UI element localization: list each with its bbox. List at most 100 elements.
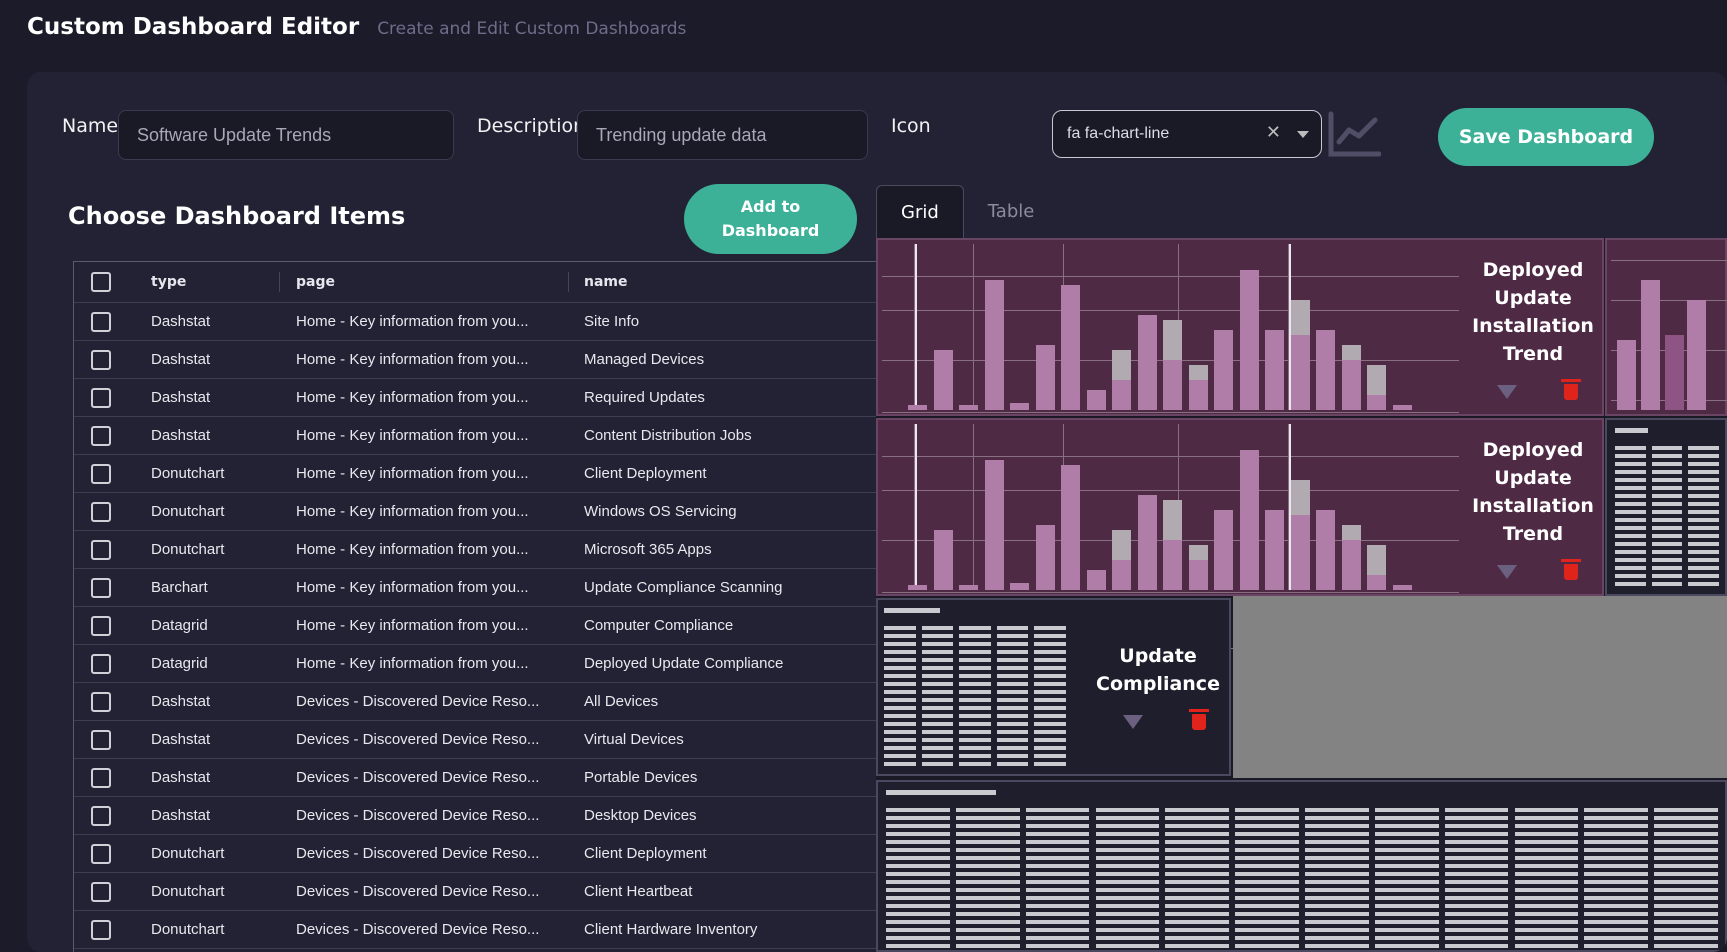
row-checkbox[interactable] <box>91 691 111 712</box>
row-checkbox[interactable] <box>91 805 111 826</box>
table-cell-line <box>1688 566 1719 570</box>
table-cell-line <box>886 848 950 852</box>
widget-wide-table[interactable] <box>876 780 1727 952</box>
table-row[interactable]: Dashstat Home - Key information from you.… <box>74 341 884 379</box>
table-cell-line <box>996 698 1029 702</box>
row-checkbox[interactable] <box>91 577 111 598</box>
table-row[interactable]: Donutchart Home - Key information from yo… <box>74 531 884 569</box>
select-all-checkbox[interactable] <box>91 272 111 292</box>
row-checkbox[interactable] <box>91 729 111 750</box>
table-cell-line <box>884 762 916 766</box>
column-header-name[interactable]: name <box>584 274 628 290</box>
filter-icon[interactable] <box>1497 385 1517 399</box>
table-row[interactable]: Donutchart Devices - Discovered Device Re… <box>74 873 884 911</box>
table-cell-line <box>1305 808 1369 812</box>
table-row[interactable]: Dashstat Home - Key information from you.… <box>74 417 884 455</box>
cell-type: Donutchart <box>151 921 225 938</box>
trash-icon[interactable] <box>1561 379 1581 400</box>
name-field[interactable]: Software Update Trends <box>118 110 454 160</box>
row-checkbox[interactable] <box>91 311 111 332</box>
cell-type: Donutchart <box>151 845 225 862</box>
table-row[interactable]: Dashstat Home - Key information from you.… <box>74 379 884 417</box>
chart-gridline <box>882 456 1459 457</box>
table-cell-line <box>959 626 991 630</box>
row-checkbox[interactable] <box>91 919 111 940</box>
row-checkbox[interactable] <box>91 767 111 788</box>
table-cell-line <box>1444 912 1509 916</box>
table-row[interactable]: Donutchart Home - Key information from yo… <box>74 493 884 531</box>
widget-table-partial[interactable] <box>1605 418 1727 596</box>
empty-grid-slot[interactable] <box>1233 596 1727 778</box>
table-cell-line <box>1654 928 1718 932</box>
chart-bar <box>984 280 1004 410</box>
table-cell-line <box>1305 896 1369 900</box>
add-to-dashboard-button[interactable]: Add to Dashboard <box>684 184 857 254</box>
table-cell-line <box>886 920 950 924</box>
table-row[interactable]: Donutchart Devices - Discovered Device Re… <box>74 835 884 873</box>
table-cell-line <box>1615 574 1646 578</box>
table-cell-line <box>1025 936 1090 940</box>
table-cell-line <box>959 746 991 750</box>
table-cell-line <box>1095 888 1160 892</box>
chart-bar <box>1316 330 1335 410</box>
table-cell-line <box>1444 944 1509 948</box>
table-cell-line <box>1444 904 1509 908</box>
widget-installation-trend-1[interactable]: Deployed Update Installation Trend <box>876 238 1604 469</box>
row-checkbox[interactable] <box>91 463 111 484</box>
row-checkbox[interactable] <box>91 843 111 864</box>
table-cell-line <box>1235 864 1299 868</box>
table-cell-line <box>1444 920 1509 924</box>
widget-chart-partial[interactable] <box>1605 238 1727 416</box>
table-cell-line <box>1688 574 1719 578</box>
filter-icon[interactable] <box>1123 715 1143 729</box>
table-cell-line <box>1654 816 1718 820</box>
row-checkbox[interactable] <box>91 425 111 446</box>
table-cell-line <box>884 738 916 742</box>
chevron-down-icon[interactable] <box>1297 131 1309 138</box>
icon-select-value: fa fa-chart-line <box>1067 125 1170 142</box>
table-cell-line <box>996 706 1029 710</box>
table-cell-line <box>1305 824 1369 828</box>
save-dashboard-button[interactable]: Save Dashboard <box>1438 108 1654 166</box>
table-cell-line <box>1444 896 1509 900</box>
row-checkbox[interactable] <box>91 615 111 636</box>
chart-gridline <box>973 244 974 410</box>
widget-update-compliance[interactable]: Update Compliance <box>876 598 1231 776</box>
table-cell-line <box>1305 872 1369 876</box>
table-cell-line <box>1654 880 1718 884</box>
filter-icon[interactable] <box>1497 565 1517 579</box>
tab-table[interactable]: Table <box>964 185 1059 238</box>
table-cell-line <box>1374 848 1439 852</box>
trash-icon[interactable] <box>1561 559 1581 580</box>
table-row[interactable]: Donutchart Home - Key information from yo… <box>74 455 884 493</box>
icon-select[interactable]: fa fa-chart-line ✕ <box>1052 110 1322 158</box>
table-row[interactable]: Dashstat Devices - Discovered Device Reso… <box>74 797 884 835</box>
table-cell-line <box>1034 626 1066 630</box>
row-checkbox[interactable] <box>91 349 111 370</box>
description-field[interactable]: Trending update data <box>577 110 868 160</box>
row-checkbox[interactable] <box>91 881 111 902</box>
cell-name: Deployed Update Compliance <box>584 655 784 672</box>
table-row[interactable]: Datagrid Home - Key information from you.… <box>74 645 884 683</box>
table-cell-line <box>1688 510 1719 514</box>
table-row[interactable]: Datagrid Home - Key information from you.… <box>74 607 884 645</box>
row-checkbox[interactable] <box>91 387 111 408</box>
table-row[interactable]: Dashstat Devices - Discovered Device Reso… <box>74 683 884 721</box>
chart-gridline <box>882 310 1459 311</box>
widget-installation-trend-2[interactable]: Deployed Update Installation Trend <box>876 418 1604 649</box>
table-row[interactable]: Dashstat Devices - Discovered Device Reso… <box>74 759 884 797</box>
row-checkbox[interactable] <box>91 501 111 522</box>
row-checkbox[interactable] <box>91 539 111 560</box>
column-header-type[interactable]: type <box>151 274 186 290</box>
row-checkbox[interactable] <box>91 653 111 674</box>
table-cell-line <box>1374 944 1439 948</box>
table-cell-line <box>1584 904 1649 908</box>
clear-icon[interactable]: ✕ <box>1266 122 1281 143</box>
table-row[interactable]: Dashstat Devices - Discovered Device Reso… <box>74 721 884 759</box>
trash-icon[interactable] <box>1189 709 1209 730</box>
column-header-page[interactable]: page <box>296 274 566 290</box>
table-row[interactable]: Dashstat Home - Key information from you.… <box>74 303 884 341</box>
tab-grid[interactable]: Grid <box>876 185 964 238</box>
table-row[interactable]: Donutchart Devices - Discovered Device Re… <box>74 911 884 949</box>
table-row[interactable]: Barchart Home - Key information from you.… <box>74 569 884 607</box>
